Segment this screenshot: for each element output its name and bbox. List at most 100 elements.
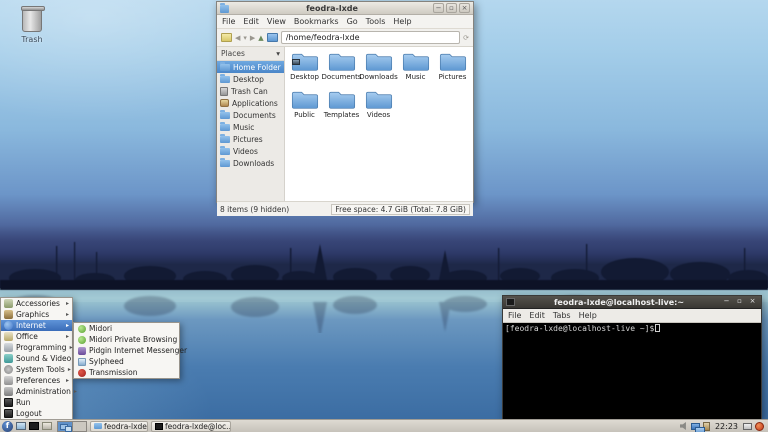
terminal-titlebar[interactable]: feodra-lxde@localhost-live:~ − ▫ × xyxy=(503,296,761,309)
submenu-item-midori-private[interactable]: Midori Private Browsing xyxy=(74,334,179,345)
menu-item-sound-video[interactable]: Sound & Video ▸ xyxy=(1,353,77,364)
menu-item-preferences[interactable]: Preferences ▸ xyxy=(1,375,72,386)
maximize-button[interactable]: ▫ xyxy=(734,297,745,307)
maximize-button[interactable]: ▫ xyxy=(446,3,457,13)
new-tab-icon[interactable] xyxy=(221,33,232,42)
sidebar-item-downloads[interactable]: Downloads xyxy=(217,157,284,169)
folder-icon xyxy=(365,53,392,71)
history-chevron-icon[interactable]: ▾ xyxy=(243,30,247,46)
submenu-arrow-icon: ▸ xyxy=(65,311,69,318)
sidebar-item-pictures[interactable]: Pictures xyxy=(217,133,284,145)
volume-icon[interactable] xyxy=(679,422,686,430)
sidebar-item-applications[interactable]: Applications xyxy=(217,97,284,109)
trash-icon xyxy=(220,86,228,96)
submenu-arrow-icon: ▸ xyxy=(65,300,69,307)
folder-templates[interactable]: Templates xyxy=(323,88,360,126)
folder-pictures[interactable]: Pictures xyxy=(434,50,471,88)
trash-label: Trash xyxy=(21,35,43,44)
folder-videos[interactable]: Videos xyxy=(360,88,397,126)
menu-item-logout[interactable]: Logout xyxy=(1,408,72,419)
quit-icon[interactable] xyxy=(755,421,764,431)
pager-desktop-1[interactable] xyxy=(58,421,72,432)
sidebar-item-desktop[interactable]: Desktop xyxy=(217,73,284,85)
menubar-item-help[interactable]: Help xyxy=(393,17,411,26)
window-folder-icon xyxy=(220,2,229,13)
submenu-item-transmission[interactable]: Transmission xyxy=(74,367,179,378)
file-manager-titlebar[interactable]: feodra-lxde − ▫ × xyxy=(217,2,473,15)
menu-item-accessories[interactable]: Accessories ▸ xyxy=(1,298,72,309)
close-button[interactable]: × xyxy=(747,297,758,307)
sidebar-item-trash-can[interactable]: Trash Can xyxy=(217,85,284,97)
places-header[interactable]: Places ▾ xyxy=(217,47,284,61)
desktop-icon-trash[interactable]: Trash xyxy=(12,6,52,44)
close-button[interactable]: × xyxy=(459,3,470,13)
run-icon xyxy=(4,398,13,407)
desktop: Trash feodra-lxde − ▫ × File Edit View B… xyxy=(0,0,768,432)
folder-icon xyxy=(439,53,466,71)
programming-icon xyxy=(4,343,13,352)
screenlock-icon[interactable] xyxy=(743,422,752,430)
folder-documents[interactable]: Documents xyxy=(322,50,361,88)
up-icon[interactable]: ▲ xyxy=(258,30,263,46)
menu-item-internet[interactable]: Internet ▸ xyxy=(1,320,72,331)
menu-item-system-tools[interactable]: System Tools ▸ xyxy=(1,364,72,375)
menubar-item-edit[interactable]: Edit xyxy=(529,311,545,320)
terminal-icon xyxy=(155,422,163,430)
file-manager-toolbar: ◀ ▾ ▶ ▲ ⟳ xyxy=(217,29,473,47)
terminal-title: feodra-lxde@localhost-live:~ xyxy=(553,297,685,307)
administration-icon xyxy=(4,387,13,396)
reload-icon[interactable]: ⟳ xyxy=(463,30,469,46)
minimize-button[interactable]: − xyxy=(433,3,444,13)
sylpheed-icon xyxy=(78,357,86,366)
menubar-item-file[interactable]: File xyxy=(508,311,521,320)
folder-music[interactable]: Music xyxy=(397,50,434,88)
menubar-item-go[interactable]: Go xyxy=(347,17,358,26)
menubar-item-edit[interactable]: Edit xyxy=(243,17,259,26)
menu-item-programming[interactable]: Programming ▸ xyxy=(1,342,73,353)
folder-downloads[interactable]: Downloads xyxy=(359,50,398,88)
menu-item-run[interactable]: Run xyxy=(1,397,72,408)
minimize-button[interactable]: − xyxy=(721,297,732,307)
home-icon[interactable] xyxy=(266,33,278,42)
folder-icon xyxy=(328,91,355,109)
sidebar-item-documents[interactable]: Documents xyxy=(217,109,284,121)
menubar-item-view[interactable]: View xyxy=(267,17,286,26)
menubar-item-tools[interactable]: Tools xyxy=(366,17,386,26)
menu-button[interactable]: f xyxy=(2,420,13,432)
menu-item-administration[interactable]: Administration ▸ xyxy=(1,386,77,397)
task-button-terminal[interactable]: feodra-lxde@loc... xyxy=(151,420,231,432)
submenu-item-midori[interactable]: Midori xyxy=(74,323,179,334)
sidebar-item-videos[interactable]: Videos xyxy=(217,145,284,157)
menubar-item-bookmarks[interactable]: Bookmarks xyxy=(294,17,339,26)
menu-item-graphics[interactable]: Graphics ▸ xyxy=(1,309,72,320)
sidebar-item-music[interactable]: Music xyxy=(217,121,284,133)
clock[interactable]: 22:23 xyxy=(713,422,740,431)
task-button-file-manager[interactable]: feodra-lxde xyxy=(90,420,148,432)
pager-desktop-2[interactable] xyxy=(72,421,86,431)
back-icon[interactable]: ◀ xyxy=(235,30,240,46)
menubar-item-file[interactable]: File xyxy=(222,17,235,26)
forward-icon[interactable]: ▶ xyxy=(250,30,255,46)
sidebar-item-home-folder[interactable]: Home Folder xyxy=(217,61,284,73)
menubar-item-tabs[interactable]: Tabs xyxy=(553,311,571,320)
folder-icon xyxy=(220,122,230,131)
terminal-menubar: File Edit Tabs Help xyxy=(503,309,761,323)
terminal-launcher-icon[interactable] xyxy=(29,422,39,430)
file-manager-launcher-icon[interactable] xyxy=(16,422,26,430)
folder-desktop[interactable]: Desktop xyxy=(286,50,323,88)
terminal-content[interactable]: [feodra-lxde@localhost-live ~]$ xyxy=(503,323,761,420)
folder-icon xyxy=(220,158,230,167)
submenu-item-pidgin[interactable]: Pidgin Internet Messenger xyxy=(74,345,187,356)
file-manager-window: feodra-lxde − ▫ × File Edit View Bookmar… xyxy=(216,1,474,216)
network-icon[interactable] xyxy=(690,422,705,432)
menubar-item-help[interactable]: Help xyxy=(579,311,597,320)
submenu-arrow-icon: ▸ xyxy=(67,366,71,373)
folder-public[interactable]: Public xyxy=(286,88,323,126)
submenu-item-sylpheed[interactable]: Sylpheed xyxy=(74,356,179,367)
midori-icon xyxy=(78,335,86,344)
menu-item-office[interactable]: Office ▸ xyxy=(1,331,72,342)
show-desktop-icon[interactable] xyxy=(42,422,52,430)
folder-icon xyxy=(220,134,230,143)
path-input[interactable] xyxy=(280,31,461,44)
submenu-arrow-icon: ▸ xyxy=(73,388,77,395)
